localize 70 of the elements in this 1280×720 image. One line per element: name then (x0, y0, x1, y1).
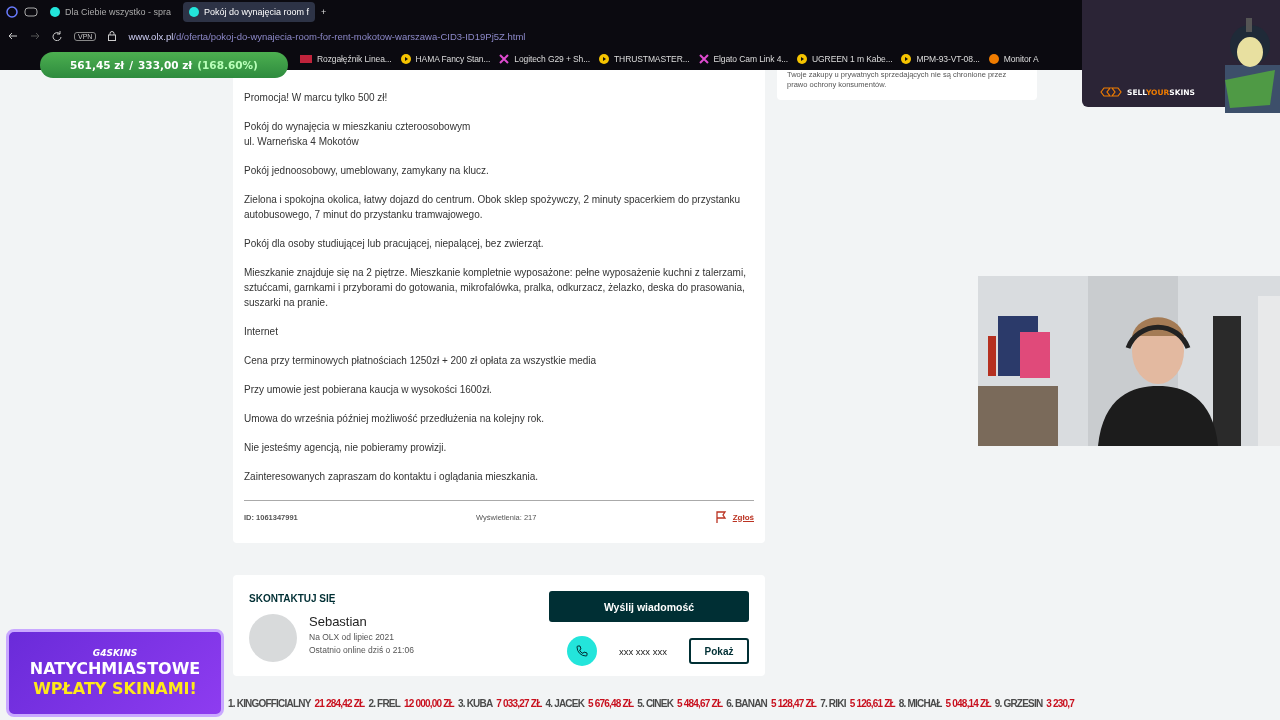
browser-tab[interactable]: Dla Ciebie wszystko - spra (44, 2, 178, 22)
bookmark-link[interactable]: MPM-93-VT-08... (916, 54, 980, 64)
donation-amount: 5 676,48 ZŁ (588, 698, 634, 709)
send-message-button[interactable]: Wyślij wiadomość (549, 591, 749, 622)
contact-heading: SKONTAKTUJ SIĘ (249, 593, 337, 604)
new-tab-button[interactable]: + (321, 7, 327, 17)
description-paragraph: Pokój jednoosobowy, umeblowany, zamykany na klucz. (244, 164, 490, 178)
play-icon (797, 54, 808, 64)
last-online: Ostatnio online dziś o 21:06 (309, 645, 414, 655)
donation-amount: 5 484,67 ZŁ (677, 698, 723, 709)
description-paragraph: Przy umowie jest pobierana kaucja w wysokości 1600zł. (244, 383, 493, 397)
donor-name: 2. FREL (368, 698, 401, 709)
bookmark-link[interactable]: HAMA Fancy Stan... (415, 54, 491, 64)
bookmark-link[interactable]: Monitor A (1003, 54, 1039, 64)
forward-icon[interactable] (30, 31, 40, 41)
bookmark-link[interactable]: Elgato Cam Link 4... (713, 54, 789, 64)
show-number-button[interactable]: Pokaż (689, 638, 749, 664)
report-link[interactable]: Zgłoś (714, 511, 754, 523)
bookmark-link[interactable]: Rozgałęźnik Linea... (317, 54, 392, 64)
donor-name: 1. KINGOFFICIALNY (228, 698, 311, 709)
donor-name: 7. RIKI (820, 698, 846, 709)
donation-amount: 7 033,27 ZŁ (496, 698, 542, 709)
avatar (249, 614, 297, 662)
donor-name: 5. CINEK (637, 698, 674, 709)
donation-amount: 21 284,42 ZŁ (314, 698, 365, 709)
phone-icon (575, 645, 588, 657)
description-paragraph: Internet (244, 325, 279, 339)
description-paragraph: Mieszkanie znajduje się na 2 piętrze. Mieszkanie kompletnie wyposażone: pełne wyposażenie kuchni z talerzami, sztućcami, garnkami i przyborami do gotowania, mikrofalówka, pralka, odkurzacz, żelazko, deska do prasowania, suszarki na pranie. (244, 266, 747, 310)
donor-name: 6. BANAN (726, 698, 767, 709)
donation-amount: 12 000,00 ZŁ (404, 698, 454, 709)
play-icon (599, 54, 609, 64)
description-paragraph: Cena przy terminowych płatnościach 1250zł + 200 zł opłata za wszystkie media (244, 354, 598, 368)
play-icon (901, 54, 912, 64)
address-field[interactable]: www.olx.pl/d/oferta/pokoj-do-wynajecia-room-for-rent-mokotow-warszawa-CID3-ID19Pj5Z.html (128, 30, 526, 42)
donor-name: 4. JACEK (545, 698, 585, 709)
description-paragraph: Umowa do września później możliwość przedłużenia na kolejny rok. (244, 412, 546, 426)
donor-name: 8. MICHAŁ (898, 698, 942, 709)
description-paragraph: Promocja! W marcu tylko 500 zł! (244, 91, 389, 105)
play-icon (400, 54, 411, 64)
donation-amount: 5 128,47 ZŁ (771, 698, 817, 709)
browser-tab[interactable]: Pokój do wynajęcia room f (183, 2, 316, 22)
bookmark-link[interactable]: UGREEN 1 m Kabe... (812, 54, 893, 64)
circle-icon (988, 54, 999, 64)
donor-name: 9. GRZESIN (994, 698, 1043, 709)
bookmark-link[interactable]: Logitech G29 + Sh... (514, 54, 590, 64)
donor-name: 3. KUBA (457, 698, 493, 709)
browser-logo-icon[interactable] (6, 6, 18, 18)
donation-amount: 3 230,7 (1046, 698, 1075, 709)
banner-headline: NATYCHMIASTOWE (29, 659, 201, 678)
description-paragraph: Pokój dla osoby studiującej lub pracującej, niepalącej, bez zwierząt. (244, 237, 545, 251)
back-icon[interactable] (8, 31, 18, 41)
flag-icon (714, 511, 727, 523)
phone-number: xxx xxx xxx (618, 645, 667, 657)
reload-icon[interactable] (52, 31, 62, 41)
banner-subline: WPŁATY SKINAMI! (33, 679, 197, 698)
cross-icon (698, 54, 709, 64)
description-paragraph: Nie jesteśmy agencją, nie pobieramy prowizji. (244, 441, 448, 455)
banner-brand: G4SKINS (92, 648, 138, 658)
donation-amount: 5 126,61 ZŁ (849, 698, 895, 709)
price-overlay: 561,45 zł / 333,00 zł (168.60%) (40, 52, 288, 78)
phone-button[interactable] (566, 636, 597, 666)
description-paragraph: Zainteresowanych zapraszam do kontaktu i oglądania mieszkania. (244, 470, 540, 484)
description-paragraph: Pokój do wynajęcia w mieszkaniu czteroosobowym ul. Warneńska 4 Mokotów (244, 120, 472, 149)
donation-amount: 5 048,14 ZŁ (945, 698, 991, 709)
member-since: Na OLX od lipiec 2021 (309, 632, 396, 642)
bookmark-link[interactable]: THRUSTMASTER... (614, 54, 690, 64)
lock-icon (108, 31, 117, 41)
seller-name: Sebastian (309, 614, 368, 629)
description-paragraph: Zielona i spokojna okolica, łatwy dojazd do centrum. Obok sklep spożywczy, 2 minuty spacerkiem do przystanku autobusowego, 7 minut do przystanku tramwajowego. (244, 193, 742, 222)
cross-icon (499, 54, 510, 64)
